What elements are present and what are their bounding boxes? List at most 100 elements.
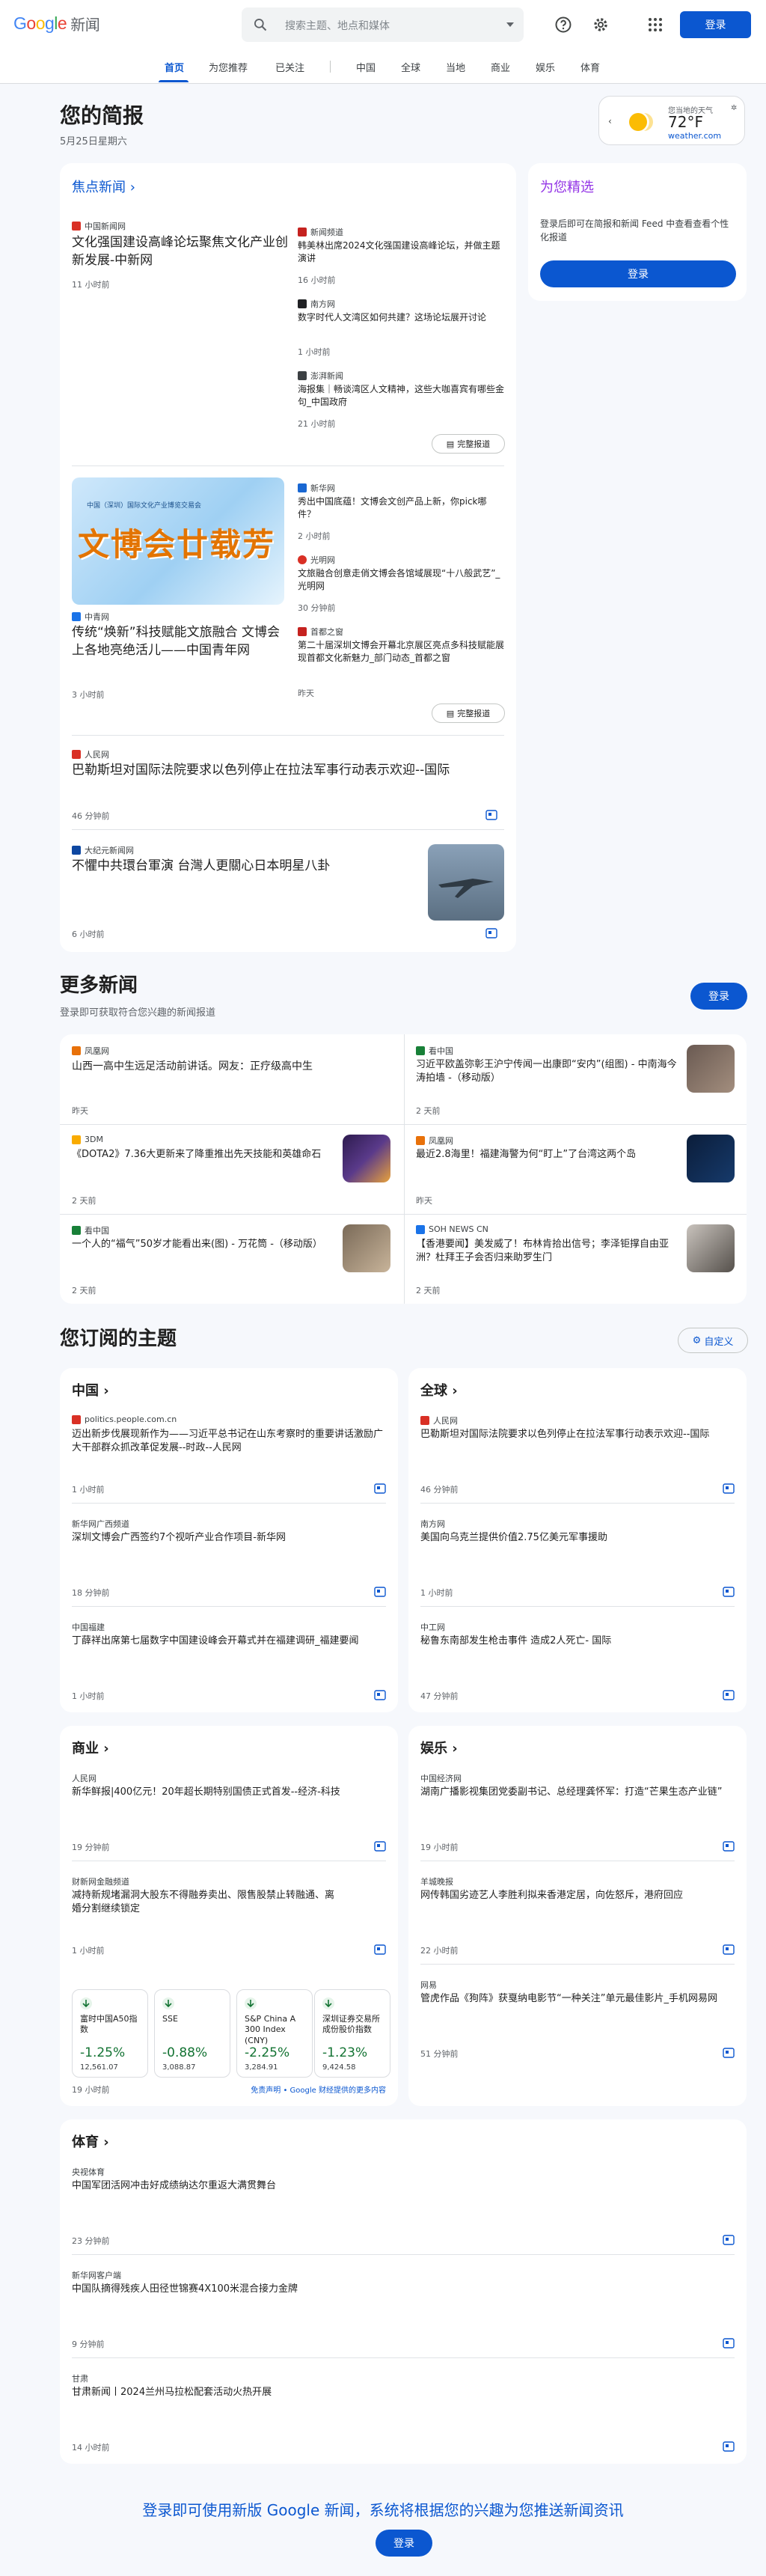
story-headline[interactable]: 美国向乌克兰提供价值2.75亿美元军事援助 bbox=[420, 1531, 735, 1545]
story-headline[interactable]: 【香港要闻】美发威了！布林肯拾出信号；李泽钜撑自由亚洲？杜拜王子会否归来助罗生门 bbox=[416, 1238, 678, 1265]
full-coverage-icon[interactable] bbox=[374, 1587, 386, 1597]
story-image[interactable] bbox=[687, 1135, 735, 1182]
story-headline[interactable]: 秀出中国底蕴！文博会文创产品上新，你pick哪件？ bbox=[298, 495, 504, 521]
tab-local[interactable]: 当地 bbox=[446, 60, 465, 74]
story-headline[interactable]: 习近平欧盖弥彰王沪宁传闻一出康即“安内”(组图) - 中南海今涛拍墙 -（移动版… bbox=[416, 1058, 678, 1085]
more-news-signin-button[interactable]: 登录 bbox=[690, 983, 747, 1010]
story-headline[interactable]: 海报集｜畅谈湾区人文精神，这些大咖喜宾有哪些金句_中国政府 bbox=[298, 383, 504, 409]
story-time: 6 小时前 bbox=[72, 930, 105, 939]
full-coverage-icon[interactable] bbox=[485, 810, 497, 820]
picks-signin-button[interactable]: 登录 bbox=[540, 260, 736, 287]
topic-link[interactable]: 全球 › bbox=[420, 1380, 458, 1400]
story-source: 看中国 bbox=[72, 1224, 109, 1236]
story-headline[interactable]: 第二十届深圳文博会开幕北京展区亮点多科技赋能展现首都文化新魅力_部门动态_首都之… bbox=[298, 639, 504, 665]
topic-link[interactable]: 娱乐 › bbox=[420, 1738, 458, 1757]
google-news-logo[interactable]: Google 新闻 bbox=[13, 13, 100, 34]
story-headline[interactable]: 中国队摘得残疾人田径世锦赛4X100米混合接力金牌 bbox=[72, 2283, 715, 2296]
story-headline[interactable]: 巴勒斯坦对国际法院要求以色列停止在拉法军事行动表示欢迎--国际 bbox=[72, 762, 504, 780]
footer-signin-button[interactable]: 登录 bbox=[376, 2530, 432, 2557]
stock-card[interactable]: S&P China A 300 Index (CNY) -2.25% 3,284… bbox=[236, 1989, 313, 2078]
tab-for-you[interactable]: 为您推荐 bbox=[209, 60, 248, 74]
search-box[interactable]: 搜索主题、地点和媒体 bbox=[242, 7, 524, 42]
story-headline[interactable]: 文旅融合创意走俏文博会各馆域展现“十八般武艺”_光明网 bbox=[298, 567, 504, 593]
story-image[interactable] bbox=[428, 844, 504, 921]
story-headline[interactable]: 新华鲜报|400亿元！20年超长期特别国债正式首发--经济-科技 bbox=[72, 1786, 386, 1799]
story-headline[interactable]: 山西一高中生远足活动前讲话。网友：正疗级高中生 bbox=[72, 1060, 386, 1075]
story-headline[interactable]: 甘肃新闻丨2024兰州马拉松配套活动火热开展 bbox=[72, 2386, 715, 2399]
story-source: 中青网 bbox=[72, 611, 109, 623]
full-coverage-icon[interactable] bbox=[374, 1944, 386, 1955]
story-headline[interactable]: 湖南广播影视集团党委副书记、总经理龚怀军：打造“芒果生态产业链” bbox=[420, 1786, 735, 1799]
weather-widget[interactable]: ‹ 您当地的天气 72°F weather.com ✲ bbox=[598, 96, 745, 145]
stock-card[interactable]: 富时中国A50指数 -1.25% 12,561.07 bbox=[72, 1989, 148, 2078]
story-headline[interactable]: 数字时代人文湾区如何共建？这场论坛展开讨论 bbox=[298, 311, 504, 324]
chevron-right-icon: › bbox=[129, 180, 135, 195]
customize-button[interactable]: ⚙ 自定义 bbox=[678, 1328, 748, 1353]
story-headline[interactable]: 传统“焕新”科技赋能文旅融合 文博会上各地亮绝活儿——中国青年网 bbox=[72, 624, 289, 660]
topic-link[interactable]: 体育 › bbox=[72, 2131, 109, 2151]
story-headline[interactable]: 巴勒斯坦对国际法院要求以色列停止在拉法军事行动表示欢迎--国际 bbox=[420, 1428, 735, 1441]
apps-icon[interactable] bbox=[646, 16, 664, 34]
stock-card[interactable]: SSE -0.88% 3,088.87 bbox=[154, 1989, 230, 2078]
story-headline[interactable]: 韩美林出席2024文化强国建设高峰论坛，并做主题演讲 bbox=[298, 239, 504, 265]
chevron-left-icon[interactable]: ‹ bbox=[608, 116, 612, 126]
story-headline[interactable]: 减持新规堵漏洞大股东不得融券卖出、限售股禁止转融通、离婚分割继续锁定 bbox=[72, 1889, 341, 1916]
topic-link[interactable]: 商业 › bbox=[72, 1738, 109, 1757]
tab-business[interactable]: 商业 bbox=[491, 60, 510, 74]
tab-entertainment[interactable]: 娱乐 bbox=[536, 60, 555, 74]
search-icon[interactable] bbox=[253, 17, 268, 32]
divider bbox=[72, 2254, 735, 2255]
story-headline[interactable]: 不懼中共環台軍演 台灣人更關心日本明星八卦 bbox=[72, 858, 423, 876]
story-headline[interactable]: 网传韩国劣迹艺人李胜利拟来香港定居，向佐怒斥，港府回应 bbox=[420, 1889, 735, 1902]
story-image[interactable]: 中国（深圳）国际文化产业博览交易会 文博会廿载芳 bbox=[72, 477, 284, 605]
weather-settings-icon[interactable]: ✲ bbox=[731, 104, 737, 112]
story-headline[interactable]: 深圳文博会广西签约7个视听产业合作项目-新华网 bbox=[72, 1531, 386, 1545]
story-image[interactable] bbox=[687, 1224, 735, 1272]
story-headline[interactable]: 管虎作品《狗阵》获戛纳电影节“一种关注”单元最佳影片_手机网易网 bbox=[420, 1992, 735, 2006]
stock-card[interactable]: 深圳证券交易所成份股价指数 -1.23% 9,424.58 bbox=[314, 1989, 390, 2078]
tab-world[interactable]: 全球 bbox=[401, 60, 420, 74]
story-headline[interactable]: 《DOTA2》7.36大更新来了降重推出先天技能和英雄命石 bbox=[72, 1148, 334, 1162]
top-stories-link[interactable]: 焦点新闻 › bbox=[72, 177, 135, 196]
full-coverage-icon[interactable] bbox=[723, 1587, 735, 1597]
weather-source[interactable]: weather.com bbox=[668, 131, 721, 141]
full-coverage-icon[interactable] bbox=[723, 2235, 735, 2245]
full-coverage-icon[interactable] bbox=[374, 1690, 386, 1700]
tab-following[interactable]: 已关注 bbox=[275, 60, 304, 74]
story-headline[interactable]: 丁薛祥出席第七届数字中国建设峰会开幕式并在福建调研_福建要闻 bbox=[72, 1635, 386, 1648]
topic-link[interactable]: 中国 › bbox=[72, 1380, 109, 1400]
story-image[interactable] bbox=[343, 1224, 390, 1272]
full-coverage-icon[interactable] bbox=[723, 1841, 735, 1852]
full-coverage-icon[interactable] bbox=[723, 2048, 735, 2058]
finance-disclaimer-link[interactable]: 免责声明 • Google 财经提供的更多内容 bbox=[251, 2084, 386, 2095]
tab-sports[interactable]: 体育 bbox=[580, 60, 600, 74]
search-input[interactable]: 搜索主题、地点和媒体 bbox=[285, 18, 390, 33]
chevron-down-icon[interactable] bbox=[506, 20, 515, 29]
story-time: 1 小时前 bbox=[72, 1691, 105, 1701]
tab-home[interactable]: 首页 bbox=[165, 60, 184, 74]
full-coverage-icon[interactable] bbox=[723, 2441, 735, 2452]
help-icon[interactable] bbox=[554, 16, 572, 34]
story-headline[interactable]: 中国军团活网冲击好成绩纳达尔重返大满贯舞台 bbox=[72, 2179, 715, 2193]
story-headline[interactable]: 一个人的“福气”50岁才能看出来(图) - 万花筒 -（移动版） bbox=[72, 1238, 334, 1251]
settings-icon[interactable] bbox=[592, 16, 610, 34]
full-coverage-icon[interactable] bbox=[723, 1483, 735, 1494]
briefing-title: 您的简报 bbox=[60, 103, 144, 128]
header-signin-button[interactable]: 登录 bbox=[680, 11, 751, 38]
story-image[interactable] bbox=[687, 1045, 735, 1093]
story-image[interactable] bbox=[343, 1135, 390, 1182]
full-coverage-button[interactable]: ▤ 完整报道 bbox=[432, 703, 505, 723]
full-coverage-icon[interactable] bbox=[374, 1483, 386, 1494]
full-coverage-icon[interactable] bbox=[485, 928, 497, 938]
story-time: 3 小时前 bbox=[72, 690, 105, 700]
full-coverage-icon[interactable] bbox=[723, 1944, 735, 1955]
tab-china[interactable]: 中国 bbox=[356, 60, 376, 74]
story-headline[interactable]: 最近2.8海里！福建海警为何“盯上”了台湾这两个岛 bbox=[416, 1148, 678, 1162]
full-coverage-icon[interactable] bbox=[723, 2338, 735, 2348]
story-headline[interactable]: 秘鲁东南部发生枪击事件 造成2人死亡- 国际 bbox=[420, 1635, 735, 1648]
full-coverage-button[interactable]: ▤ 完整报道 bbox=[432, 434, 505, 454]
full-coverage-icon[interactable] bbox=[723, 1690, 735, 1700]
full-coverage-icon[interactable] bbox=[374, 1841, 386, 1852]
story-headline[interactable]: 迈出新步伐展现新作为——习近平总书记在山东考察时的重要讲话激励广大干部群众抓改革… bbox=[72, 1428, 386, 1455]
story-headline[interactable]: 文化强国建设高峰论坛聚焦文化产业创新发展-中新网 bbox=[72, 234, 289, 270]
